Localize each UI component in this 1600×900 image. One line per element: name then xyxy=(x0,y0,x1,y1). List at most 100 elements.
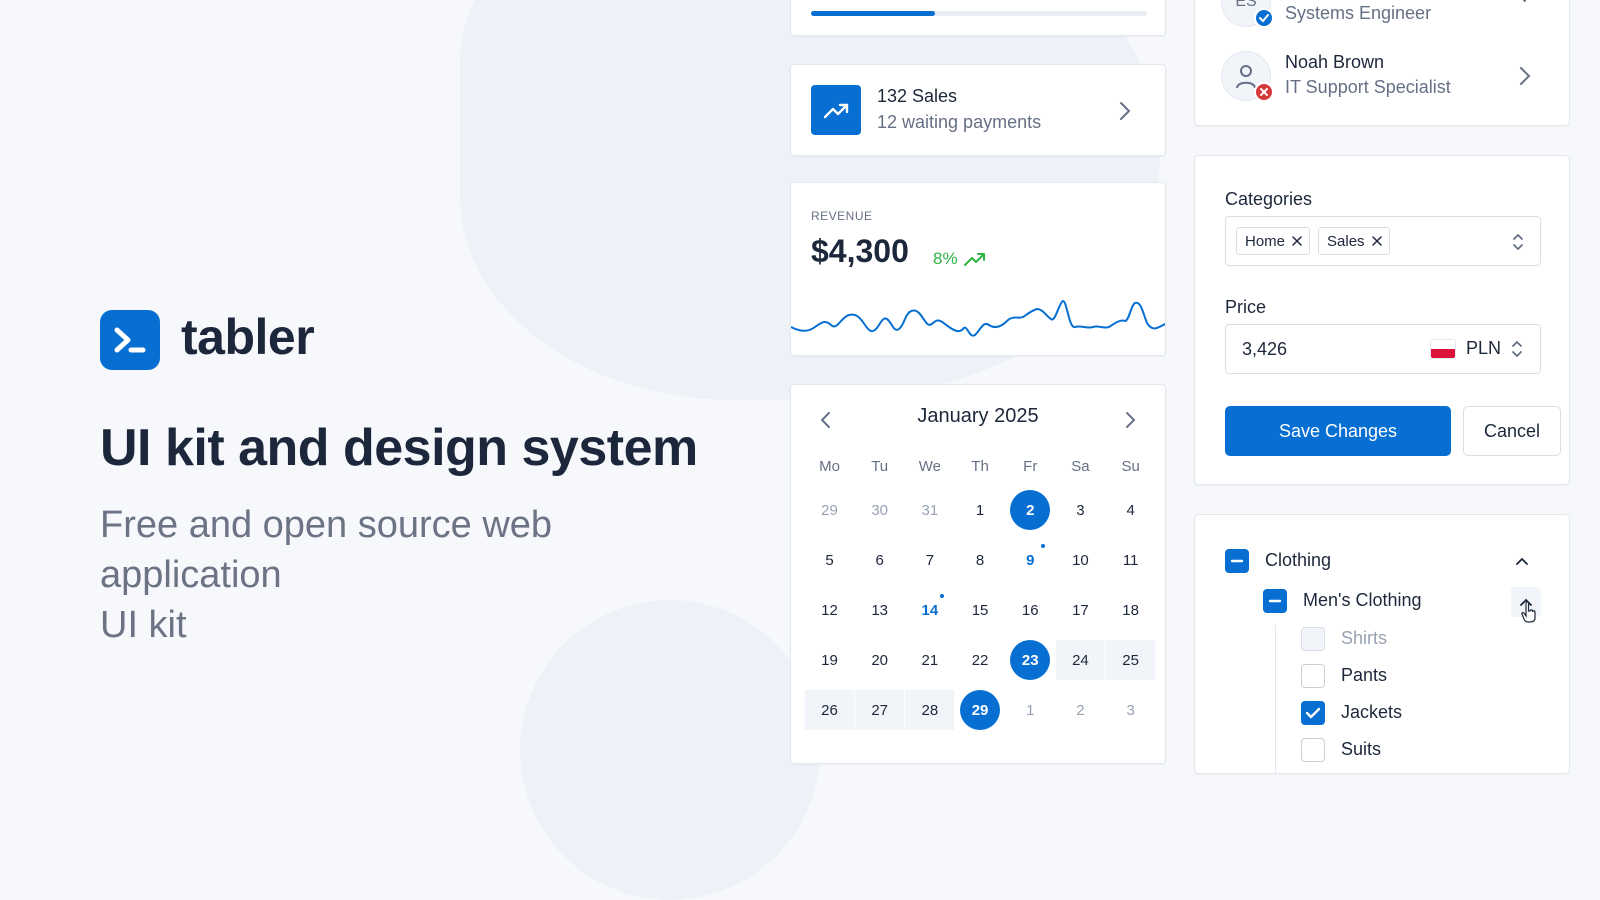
person-role: IT Support Specialist xyxy=(1285,77,1451,97)
calendar-day[interactable]: 28 xyxy=(905,690,955,730)
chevron-up-icon[interactable] xyxy=(1515,556,1529,566)
people-card: ES Systems Engineer Noah Brown IT Suppor… xyxy=(1194,0,1570,126)
pointer-cursor-icon xyxy=(1521,601,1536,623)
progress-track xyxy=(811,11,1147,16)
calendar-day[interactable]: 12 xyxy=(805,590,854,630)
tree-checkbox[interactable] xyxy=(1301,701,1325,725)
indeterminate-checkbox[interactable] xyxy=(1225,549,1249,573)
calendar-day[interactable]: 14 xyxy=(905,590,954,630)
calendar-day[interactable]: 23 xyxy=(1006,640,1055,680)
weekday-label: Tu xyxy=(871,457,889,475)
calendar-card: January 2025 Mo Tu We Th Fr Sa Su 29 30 31 1 2 3 4 5 6 7… xyxy=(790,384,1166,764)
tree-checkbox[interactable] xyxy=(1301,664,1325,688)
calendar-day[interactable]: 5 xyxy=(805,540,854,580)
calendar-day[interactable]: 1 xyxy=(1006,690,1055,730)
calendar-day[interactable]: 6 xyxy=(855,540,904,580)
form-card: Categories Home Sales Price 3,426 PLN Sa… xyxy=(1194,155,1570,485)
chevron-right-icon[interactable] xyxy=(1119,409,1141,431)
weekday-label: Sa xyxy=(1071,457,1090,475)
revenue-change-value: 8% xyxy=(933,249,958,268)
calendar-week: 19 20 21 22 23 24 25 xyxy=(805,635,1157,685)
revenue-sparkline xyxy=(791,299,1165,337)
tree-guide-line xyxy=(1275,625,1276,773)
tag-label: Sales xyxy=(1327,232,1365,250)
calendar-day[interactable]: 29 xyxy=(956,690,1005,730)
progress-bar xyxy=(811,11,936,16)
calendar-day[interactable]: 4 xyxy=(1106,490,1155,530)
calendar-day[interactable]: 20 xyxy=(855,640,904,680)
calendar-day[interactable]: 16 xyxy=(1006,590,1055,630)
calendar-day[interactable]: 17 xyxy=(1056,590,1105,630)
chevron-right-icon xyxy=(1120,102,1131,120)
brand-name: tabler xyxy=(181,309,315,365)
cancel-button[interactable]: Cancel xyxy=(1463,406,1561,456)
event-dot xyxy=(940,594,945,598)
close-icon[interactable] xyxy=(1371,235,1383,247)
calendar-day[interactable]: 18 xyxy=(1106,590,1155,630)
close-icon[interactable] xyxy=(1291,235,1303,247)
categories-label: Categories xyxy=(1225,189,1313,209)
calendar-day[interactable]: 19 xyxy=(805,640,854,680)
calendar-day[interactable]: 10 xyxy=(1056,540,1105,580)
check-icon xyxy=(1305,707,1321,719)
event-dot xyxy=(1040,544,1045,548)
calendar-day[interactable]: 26 xyxy=(805,690,854,730)
calendar-day[interactable]: 7 xyxy=(905,540,954,580)
calendar-day[interactable]: 8 xyxy=(956,540,1005,580)
calendar-day[interactable]: 1 xyxy=(956,490,1005,530)
calendar-day[interactable]: 27 xyxy=(855,690,905,730)
calendar-day[interactable]: 22 xyxy=(956,640,1005,680)
calendar-day[interactable]: 24 xyxy=(1055,640,1105,680)
weekday-label: We xyxy=(918,457,941,475)
chevron-right-icon[interactable] xyxy=(1519,66,1531,86)
sales-subtitle: 12 waiting payments xyxy=(877,112,1042,132)
sales-card[interactable]: 132 Sales 12 waiting payments xyxy=(790,64,1166,156)
progress-card xyxy=(790,0,1166,36)
selected-day: 29 xyxy=(960,690,1001,730)
calendar-day[interactable]: 11 xyxy=(1106,540,1155,580)
weekday-label: Su xyxy=(1121,457,1140,475)
avatar[interactable]: ES xyxy=(1221,0,1274,28)
price-input[interactable]: 3,426 PLN xyxy=(1225,324,1541,374)
weekday-label: Th xyxy=(971,457,989,475)
avatar[interactable] xyxy=(1221,51,1274,102)
categories-select[interactable]: Home Sales xyxy=(1225,216,1541,266)
calendar-day[interactable]: 3 xyxy=(1056,490,1105,530)
revenue-label: REVENUE xyxy=(811,209,873,223)
tree-item-label: Pants xyxy=(1341,665,1388,685)
selected-day: 23 xyxy=(1010,640,1051,680)
error-icon xyxy=(1254,82,1274,102)
calendar-day[interactable]: 2 xyxy=(1006,490,1055,530)
calendar-week: 12 13 14 15 16 17 18 xyxy=(805,585,1157,635)
person-name: Noah Brown xyxy=(1285,52,1385,72)
subtitle-line: Free and open source web xyxy=(100,504,553,546)
tag-home: Home xyxy=(1236,227,1311,255)
page-subtitle: Free and open source web application UI … xyxy=(100,500,660,650)
indeterminate-checkbox[interactable] xyxy=(1263,589,1287,613)
chevron-right-icon xyxy=(1522,0,1526,2)
calendar-day[interactable]: 3 xyxy=(1106,690,1155,730)
tree-checkbox xyxy=(1301,627,1325,651)
sales-title: 132 Sales xyxy=(877,86,958,106)
revenue-card: REVENUE $4,300 8% xyxy=(790,182,1166,356)
calendar-day[interactable]: 21 xyxy=(905,640,954,680)
avatar-initials: ES xyxy=(1235,0,1257,10)
calendar-week: 29 30 31 1 2 3 4 xyxy=(805,485,1157,535)
trending-up-icon xyxy=(811,85,861,135)
calendar-week: 5 6 7 8 9 10 11 xyxy=(805,535,1157,585)
currency-select[interactable]: PLN xyxy=(1430,338,1523,359)
currency-label: PLN xyxy=(1466,338,1502,358)
calendar-day[interactable]: 2 xyxy=(1056,690,1105,730)
calendar-day[interactable]: 13 xyxy=(855,590,904,630)
save-button[interactable]: Save Changes xyxy=(1225,406,1451,456)
price-value: 3,426 xyxy=(1242,339,1288,359)
calendar-day[interactable]: 15 xyxy=(956,590,1005,630)
collapse-button[interactable] xyxy=(1511,587,1541,623)
calendar-day[interactable]: 9 xyxy=(1006,540,1055,580)
calendar-day[interactable]: 31 xyxy=(905,490,954,530)
calendar-day[interactable]: 30 xyxy=(855,490,904,530)
calendar-day[interactable]: 25 xyxy=(1106,640,1156,680)
tree-checkbox[interactable] xyxy=(1301,738,1325,762)
tag-label: Home xyxy=(1245,232,1286,250)
calendar-day[interactable]: 29 xyxy=(805,490,854,530)
